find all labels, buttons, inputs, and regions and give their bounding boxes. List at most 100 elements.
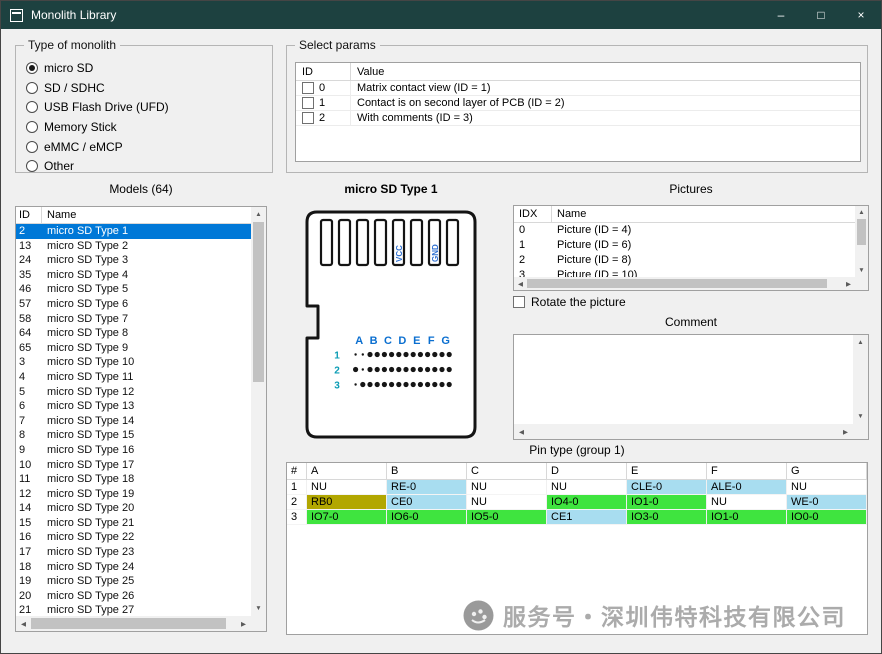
model-row[interactable]: 3micro SD Type 10 xyxy=(16,355,251,370)
pin-cell[interactable]: IO7-0 xyxy=(307,510,387,525)
pictures-vertical-scrollbar[interactable]: ▲ ▼ xyxy=(855,206,868,277)
scroll-down-icon[interactable]: ▼ xyxy=(855,264,868,277)
radio-option[interactable]: eMMC / eMCP xyxy=(26,137,169,157)
model-row[interactable]: 17micro SD Type 23 xyxy=(16,545,251,560)
model-row[interactable]: 16micro SD Type 22 xyxy=(16,530,251,545)
model-row[interactable]: 57micro SD Type 6 xyxy=(16,297,251,312)
param-checkbox[interactable] xyxy=(302,112,314,124)
pin-cell[interactable]: NU xyxy=(707,495,787,510)
model-row[interactable]: 19micro SD Type 25 xyxy=(16,574,251,589)
maximize-button[interactable]: □ xyxy=(801,1,841,29)
pin-cell[interactable]: NU xyxy=(467,480,547,495)
model-row[interactable]: 4micro SD Type 11 xyxy=(16,370,251,385)
pin-cell[interactable]: WE-0 xyxy=(787,495,867,510)
rotate-picture-checkbox[interactable] xyxy=(513,296,525,308)
pin-cell[interactable]: NU xyxy=(467,495,547,510)
pin-column-header: C xyxy=(467,463,547,479)
pin-cell[interactable]: IO0-0 xyxy=(787,510,867,525)
model-name: micro SD Type 2 xyxy=(42,239,251,254)
minimize-button[interactable]: – xyxy=(761,1,801,29)
models-vertical-scrollbar[interactable]: ▲ ▼ xyxy=(251,207,266,616)
scroll-left-icon[interactable]: ◀ xyxy=(514,424,529,439)
model-row[interactable]: 20micro SD Type 26 xyxy=(16,589,251,604)
picture-row[interactable]: 3Picture (ID = 10) xyxy=(514,268,855,277)
pin-cell[interactable]: IO6-0 xyxy=(387,510,467,525)
model-row[interactable]: 46micro SD Type 5 xyxy=(16,282,251,297)
pin-cell[interactable]: IO1-0 xyxy=(707,510,787,525)
model-row[interactable]: 21micro SD Type 27 xyxy=(16,603,251,616)
pin-cell[interactable]: CE1 xyxy=(547,510,627,525)
pin-cell[interactable]: IO5-0 xyxy=(467,510,547,525)
model-id: 3 xyxy=(16,355,42,370)
scroll-right-icon[interactable]: ▶ xyxy=(842,277,855,290)
model-row[interactable]: 9micro SD Type 16 xyxy=(16,443,251,458)
pin-cell[interactable]: CE0 xyxy=(387,495,467,510)
model-name: micro SD Type 24 xyxy=(42,560,251,575)
model-row[interactable]: 18micro SD Type 24 xyxy=(16,560,251,575)
models-horizontal-scrollbar[interactable]: ◀ ▶ xyxy=(16,616,251,631)
pin-cell[interactable]: RE-0 xyxy=(387,480,467,495)
param-row[interactable]: 1Contact is on second layer of PCB (ID =… xyxy=(296,96,860,111)
scroll-up-icon[interactable]: ▲ xyxy=(853,335,868,350)
scrollbar-thumb[interactable] xyxy=(857,219,866,245)
model-row[interactable]: 2micro SD Type 1 xyxy=(16,224,251,239)
comment-vertical-scrollbar[interactable]: ▲ ▼ xyxy=(853,335,868,424)
param-checkbox[interactable] xyxy=(302,97,314,109)
model-row[interactable]: 6micro SD Type 13 xyxy=(16,399,251,414)
radio-option[interactable]: Memory Stick xyxy=(26,117,169,137)
close-button[interactable]: × xyxy=(841,1,881,29)
pin-cell[interactable]: NU xyxy=(307,480,387,495)
comment-horizontal-scrollbar[interactable]: ◀ ▶ xyxy=(514,424,853,439)
scroll-down-icon[interactable]: ▼ xyxy=(251,601,266,616)
scroll-right-icon[interactable]: ▶ xyxy=(236,616,251,631)
model-row[interactable]: 13micro SD Type 2 xyxy=(16,239,251,254)
model-row[interactable]: 58micro SD Type 7 xyxy=(16,312,251,327)
radio-option[interactable]: SD / SDHC xyxy=(26,78,169,98)
scroll-left-icon[interactable]: ◀ xyxy=(514,277,527,290)
scroll-left-icon[interactable]: ◀ xyxy=(16,616,31,631)
model-row[interactable]: 5micro SD Type 12 xyxy=(16,385,251,400)
model-row[interactable]: 12micro SD Type 19 xyxy=(16,487,251,502)
picture-row[interactable]: 2Picture (ID = 8) xyxy=(514,253,855,268)
model-row[interactable]: 65micro SD Type 9 xyxy=(16,341,251,356)
pin-cell[interactable]: IO3-0 xyxy=(627,510,707,525)
radio-option[interactable]: micro SD xyxy=(26,58,169,78)
model-row[interactable]: 8micro SD Type 15 xyxy=(16,428,251,443)
pictures-horizontal-scrollbar[interactable]: ◀ ▶ xyxy=(514,277,855,290)
rotate-picture-row[interactable]: Rotate the picture xyxy=(513,295,626,309)
picture-row[interactable]: 1Picture (ID = 6) xyxy=(514,238,855,253)
scrollbar-thumb[interactable] xyxy=(527,279,827,288)
scrollbar-thumb[interactable] xyxy=(253,222,264,382)
scrollbar-thumb[interactable] xyxy=(31,618,226,629)
model-name: micro SD Type 18 xyxy=(42,472,251,487)
radio-option[interactable]: USB Flash Drive (UFD) xyxy=(26,97,169,117)
scroll-right-icon[interactable]: ▶ xyxy=(838,424,853,439)
pin-cell[interactable]: NU xyxy=(787,480,867,495)
param-row[interactable]: 0Matrix contact view (ID = 1) xyxy=(296,81,860,96)
app-icon xyxy=(10,9,23,22)
param-row[interactable]: 2With comments (ID = 3) xyxy=(296,111,860,126)
param-checkbox[interactable] xyxy=(302,82,314,94)
model-row[interactable]: 24micro SD Type 3 xyxy=(16,253,251,268)
model-row[interactable]: 10micro SD Type 17 xyxy=(16,458,251,473)
model-row[interactable]: 11micro SD Type 18 xyxy=(16,472,251,487)
scroll-down-icon[interactable]: ▼ xyxy=(853,409,868,424)
pin-cell[interactable]: IO4-0 xyxy=(547,495,627,510)
model-row[interactable]: 14micro SD Type 20 xyxy=(16,501,251,516)
radio-option[interactable]: Other xyxy=(26,156,169,176)
pin-cell[interactable]: ALE-0 xyxy=(707,480,787,495)
model-row[interactable]: 7micro SD Type 14 xyxy=(16,414,251,429)
comment-textarea[interactable]: ▲ ▼ ◀ ▶ xyxy=(513,334,869,440)
model-row[interactable]: 15micro SD Type 21 xyxy=(16,516,251,531)
model-row[interactable]: 64micro SD Type 8 xyxy=(16,326,251,341)
picture-row[interactable]: 0Picture (ID = 4) xyxy=(514,223,855,238)
scroll-up-icon[interactable]: ▲ xyxy=(855,206,868,219)
scroll-up-icon[interactable]: ▲ xyxy=(251,207,266,222)
model-row[interactable]: 35micro SD Type 4 xyxy=(16,268,251,283)
model-name: micro SD Type 8 xyxy=(42,326,251,341)
pin-cell[interactable]: NU xyxy=(547,480,627,495)
pin-cell[interactable]: RB0 xyxy=(307,495,387,510)
pin-cell[interactable]: IO1-0 xyxy=(627,495,707,510)
comment-content[interactable] xyxy=(516,337,853,424)
pin-cell[interactable]: CLE-0 xyxy=(627,480,707,495)
